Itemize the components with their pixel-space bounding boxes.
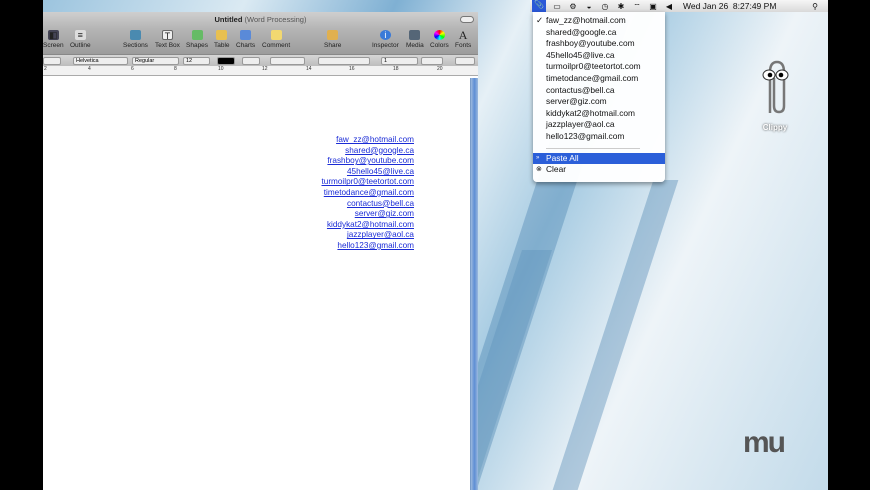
paste-all-item[interactable]: » Paste All	[533, 152, 665, 165]
font-size-select[interactable]: 12	[183, 57, 210, 65]
toolbar-toggle-button[interactable]	[460, 16, 474, 23]
columns-select[interactable]	[421, 57, 443, 65]
email-link[interactable]: 45hello45@live.ca	[322, 167, 414, 178]
menu-separator	[546, 147, 640, 149]
clip-item[interactable]: turmoilpr0@teetortot.com	[533, 61, 665, 73]
toolbar-table[interactable]: Table	[214, 30, 230, 49]
toolbar-screen[interactable]: ◧ Screen	[43, 30, 64, 49]
toolbar-sections[interactable]: Sections	[123, 30, 148, 49]
email-link[interactable]: turmoilpr0@teetortot.com	[322, 177, 415, 188]
gear-icon[interactable]: ⚙	[568, 2, 578, 11]
email-link[interactable]: hello123@gmail.com	[322, 241, 414, 252]
font-style-select[interactable]: Regular	[132, 57, 179, 65]
clip-item[interactable]: hello123@gmail.com	[533, 131, 665, 143]
toolbar-comment[interactable]: Comment	[262, 30, 290, 49]
clip-item[interactable]: jazzplayer@aol.ca	[533, 119, 665, 131]
macupdate-logo: mu	[743, 426, 786, 459]
clip-item[interactable]: kiddykat2@hotmail.com	[533, 108, 665, 120]
menu-bar: 📎 ▭ ⚙ ◒ ◷ ✱ ⌔ ▣ ◀ Wed Jan 26 8:27:49 PM …	[530, 0, 828, 12]
clip-item[interactable]: contactus@bell.ca	[533, 85, 665, 97]
clipboard-menu-icon[interactable]: 📎	[532, 0, 546, 12]
highlight-color-well[interactable]	[242, 57, 260, 65]
toolbar-text-box[interactable]: T Text Box	[155, 30, 180, 49]
clippy-label: Clippy	[762, 123, 788, 132]
spotlight-search-icon[interactable]: ⚲	[810, 2, 820, 11]
clock[interactable]: Wed Jan 26 8:27:49 PM	[683, 1, 776, 11]
clip-item[interactable]: timetodance@gmail.com	[533, 73, 665, 85]
display-icon[interactable]: ▣	[648, 2, 658, 11]
text-color-well[interactable]	[217, 57, 235, 65]
time-machine-icon[interactable]: ◷	[600, 2, 610, 11]
clip-item[interactable]: frashboy@youtube.com	[533, 38, 665, 50]
paste-all-icon: »	[536, 154, 540, 161]
clip-item[interactable]: shared@google.ca	[533, 27, 665, 39]
clip-item[interactable]: 45hello45@live.ca	[533, 50, 665, 62]
title-bar: Untitled (Word Processing)	[43, 12, 478, 28]
list-style-select[interactable]	[455, 57, 475, 65]
email-link[interactable]: contactus@bell.ca	[322, 199, 414, 210]
vertical-scrollbar[interactable]	[470, 78, 478, 490]
toolbar-colors[interactable]: Colors	[430, 30, 449, 49]
email-link[interactable]: faw_zz@hotmail.com	[322, 135, 414, 146]
clip-item[interactable]: ✓ faw_zz@hotmail.com	[533, 15, 665, 27]
window-title: Untitled	[214, 15, 243, 24]
clear-item[interactable]: ⊗ Clear	[533, 164, 665, 176]
email-link[interactable]: kiddykat2@hotmail.com	[322, 220, 414, 231]
paperclip-icon	[762, 60, 789, 114]
toolbar-inspector[interactable]: i Inspector	[372, 30, 399, 49]
toolbar: ◧ Screen ≡ Outline Sections T Text Box Shap…	[43, 28, 478, 54]
bluetooth-icon[interactable]: ✱	[616, 2, 626, 11]
toolbar-shapes[interactable]: Shapes	[186, 30, 208, 49]
toolbar-media[interactable]: Media	[406, 30, 424, 49]
drive-icon[interactable]: ◒	[584, 2, 594, 11]
volume-icon[interactable]: ◀	[664, 2, 674, 11]
toolbar-charts[interactable]: Charts	[236, 30, 255, 49]
wifi-icon[interactable]: ⌔	[632, 2, 642, 11]
screen-icon[interactable]: ▭	[552, 2, 562, 11]
email-link[interactable]: timetodance@gmail.com	[322, 188, 414, 199]
document-page[interactable]: faw_zz@hotmail.com shared@google.ca fras…	[43, 78, 470, 490]
clear-icon: ⊗	[536, 166, 542, 174]
bold-italic-underline-buttons[interactable]	[270, 57, 305, 65]
clip-item[interactable]: server@giz.com	[533, 96, 665, 108]
ruler[interactable]: 2 4 6 8 10 12 14 16 18 20	[43, 66, 478, 76]
clippy-desktop-icon[interactable]: Clippy	[755, 58, 795, 132]
toolbar-outline[interactable]: ≡ Outline	[70, 30, 91, 49]
email-link[interactable]: server@giz.com	[322, 209, 414, 220]
pages-window: Untitled (Word Processing) ◧ Screen ≡ Outl…	[43, 12, 478, 490]
paragraph-style-select[interactable]	[43, 57, 61, 65]
email-list: faw_zz@hotmail.com shared@google.ca fras…	[322, 135, 415, 252]
clipboard-menu: ✓ faw_zz@hotmail.com shared@google.ca fra…	[533, 12, 665, 182]
format-bar: Helvetica Regular 12 1	[43, 54, 478, 66]
email-link[interactable]: jazzplayer@aol.ca	[322, 230, 414, 241]
email-link[interactable]: frashboy@youtube.com	[322, 156, 414, 167]
line-spacing-select[interactable]: 1	[381, 57, 418, 65]
font-select[interactable]: Helvetica	[73, 57, 128, 65]
toolbar-fonts[interactable]: A Fonts	[455, 29, 471, 49]
window-subtitle: (Word Processing)	[244, 15, 307, 24]
toolbar-share[interactable]: Share	[324, 30, 341, 49]
checkmark-icon: ✓	[536, 15, 544, 25]
alignment-buttons[interactable]	[318, 57, 370, 65]
email-link[interactable]: shared@google.ca	[322, 146, 414, 157]
